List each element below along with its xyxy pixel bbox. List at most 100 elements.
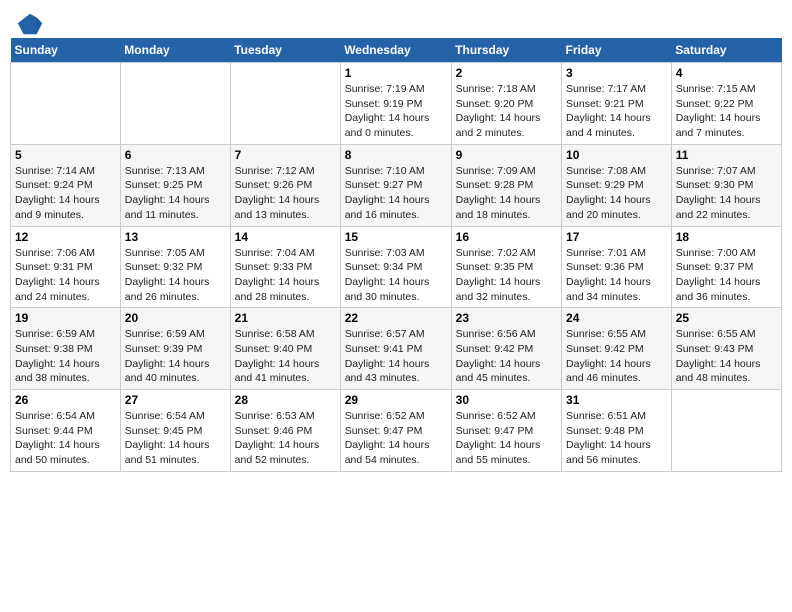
cell-info: Sunrise: 7:02 AMSunset: 9:35 PMDaylight:…	[456, 246, 557, 305]
calendar-table: SundayMondayTuesdayWednesdayThursdayFrid…	[10, 38, 782, 472]
header-friday: Friday	[562, 38, 672, 63]
calendar-cell	[671, 390, 781, 472]
calendar-cell: 3 Sunrise: 7:17 AMSunset: 9:21 PMDaylight…	[562, 63, 672, 145]
day-number: 9	[456, 148, 557, 162]
day-number: 22	[345, 311, 447, 325]
calendar-cell	[230, 63, 340, 145]
cell-info: Sunrise: 7:08 AMSunset: 9:29 PMDaylight:…	[566, 164, 667, 223]
cell-info: Sunrise: 6:58 AMSunset: 9:40 PMDaylight:…	[235, 327, 336, 386]
cell-info: Sunrise: 7:07 AMSunset: 9:30 PMDaylight:…	[676, 164, 777, 223]
day-number: 12	[15, 230, 116, 244]
cell-info: Sunrise: 7:17 AMSunset: 9:21 PMDaylight:…	[566, 82, 667, 141]
calendar-cell: 4 Sunrise: 7:15 AMSunset: 9:22 PMDaylight…	[671, 63, 781, 145]
cell-info: Sunrise: 6:51 AMSunset: 9:48 PMDaylight:…	[566, 409, 667, 468]
header-saturday: Saturday	[671, 38, 781, 63]
calendar-cell: 19 Sunrise: 6:59 AMSunset: 9:38 PMDayligh…	[11, 308, 121, 390]
week-row-4: 19 Sunrise: 6:59 AMSunset: 9:38 PMDayligh…	[11, 308, 782, 390]
day-number: 17	[566, 230, 667, 244]
day-number: 8	[345, 148, 447, 162]
calendar-cell	[11, 63, 121, 145]
header-wednesday: Wednesday	[340, 38, 451, 63]
day-number: 28	[235, 393, 336, 407]
cell-info: Sunrise: 6:55 AMSunset: 9:43 PMDaylight:…	[676, 327, 777, 386]
calendar-cell: 9 Sunrise: 7:09 AMSunset: 9:28 PMDaylight…	[451, 144, 561, 226]
cell-info: Sunrise: 6:52 AMSunset: 9:47 PMDaylight:…	[456, 409, 557, 468]
day-number: 23	[456, 311, 557, 325]
calendar-cell: 7Sunrise: 7:12 AMSunset: 9:26 PMDaylight…	[230, 144, 340, 226]
day-number: 2	[456, 66, 557, 80]
week-row-3: 12 Sunrise: 7:06 AMSunset: 9:31 PMDayligh…	[11, 226, 782, 308]
day-number: 3	[566, 66, 667, 80]
week-row-5: 26 Sunrise: 6:54 AMSunset: 9:44 PMDayligh…	[11, 390, 782, 472]
day-number: 27	[125, 393, 226, 407]
cell-info: Sunrise: 6:52 AMSunset: 9:47 PMDaylight:…	[345, 409, 447, 468]
day-number: 26	[15, 393, 116, 407]
header-thursday: Thursday	[451, 38, 561, 63]
day-number: 4	[676, 66, 777, 80]
header-sunday: Sunday	[11, 38, 121, 63]
day-number: 1	[345, 66, 447, 80]
calendar-cell: 8Sunrise: 7:10 AMSunset: 9:27 PMDaylight…	[340, 144, 451, 226]
calendar-cell: 5 Sunrise: 7:14 AMSunset: 9:24 PMDaylight…	[11, 144, 121, 226]
day-number: 24	[566, 311, 667, 325]
cell-info: Sunrise: 7:09 AMSunset: 9:28 PMDaylight:…	[456, 164, 557, 223]
day-number: 6	[125, 148, 226, 162]
logo	[14, 10, 44, 34]
cell-info: Sunrise: 7:19 AMSunset: 9:19 PMDaylight:…	[345, 82, 447, 141]
day-number: 29	[345, 393, 447, 407]
day-number: 31	[566, 393, 667, 407]
calendar-cell: 17 Sunrise: 7:01 AMSunset: 9:36 PMDayligh…	[562, 226, 672, 308]
day-number: 21	[235, 311, 336, 325]
cell-info: Sunrise: 7:05 AMSunset: 9:32 PMDaylight:…	[125, 246, 226, 305]
cell-info: Sunrise: 7:06 AMSunset: 9:31 PMDaylight:…	[15, 246, 116, 305]
calendar-cell: 12 Sunrise: 7:06 AMSunset: 9:31 PMDayligh…	[11, 226, 121, 308]
calendar-cell	[120, 63, 230, 145]
calendar-cell: 20Sunrise: 6:59 AMSunset: 9:39 PMDayligh…	[120, 308, 230, 390]
day-number: 25	[676, 311, 777, 325]
cell-info: Sunrise: 6:54 AMSunset: 9:44 PMDaylight:…	[15, 409, 116, 468]
cell-info: Sunrise: 7:18 AMSunset: 9:20 PMDaylight:…	[456, 82, 557, 141]
calendar-cell: 1 Sunrise: 7:19 AMSunset: 9:19 PMDaylight…	[340, 63, 451, 145]
cell-info: Sunrise: 7:15 AMSunset: 9:22 PMDaylight:…	[676, 82, 777, 141]
calendar-cell: 22 Sunrise: 6:57 AMSunset: 9:41 PMDayligh…	[340, 308, 451, 390]
day-number: 16	[456, 230, 557, 244]
calendar-cell: 18Sunrise: 7:00 AMSunset: 9:37 PMDayligh…	[671, 226, 781, 308]
calendar-cell: 13 Sunrise: 7:05 AMSunset: 9:32 PMDayligh…	[120, 226, 230, 308]
calendar-cell: 23 Sunrise: 6:56 AMSunset: 9:42 PMDayligh…	[451, 308, 561, 390]
calendar-cell: 16 Sunrise: 7:02 AMSunset: 9:35 PMDayligh…	[451, 226, 561, 308]
calendar-cell: 15 Sunrise: 7:03 AMSunset: 9:34 PMDayligh…	[340, 226, 451, 308]
day-header-row: SundayMondayTuesdayWednesdayThursdayFrid…	[11, 38, 782, 63]
calendar-cell: 28 Sunrise: 6:53 AMSunset: 9:46 PMDayligh…	[230, 390, 340, 472]
cell-info: Sunrise: 7:04 AMSunset: 9:33 PMDaylight:…	[235, 246, 336, 305]
cell-info: Sunrise: 6:59 AMSunset: 9:38 PMDaylight:…	[15, 327, 116, 386]
day-number: 30	[456, 393, 557, 407]
week-row-1: 1 Sunrise: 7:19 AMSunset: 9:19 PMDaylight…	[11, 63, 782, 145]
day-number: 15	[345, 230, 447, 244]
cell-info: Sunrise: 6:59 AMSunset: 9:39 PMDaylight:…	[125, 327, 226, 386]
calendar-cell: 2 Sunrise: 7:18 AMSunset: 9:20 PMDaylight…	[451, 63, 561, 145]
day-number: 14	[235, 230, 336, 244]
cell-info: Sunrise: 7:03 AMSunset: 9:34 PMDaylight:…	[345, 246, 447, 305]
cell-info: Sunrise: 7:01 AMSunset: 9:36 PMDaylight:…	[566, 246, 667, 305]
cell-info: Sunrise: 6:57 AMSunset: 9:41 PMDaylight:…	[345, 327, 447, 386]
week-row-2: 5 Sunrise: 7:14 AMSunset: 9:24 PMDaylight…	[11, 144, 782, 226]
calendar-cell: 26 Sunrise: 6:54 AMSunset: 9:44 PMDayligh…	[11, 390, 121, 472]
calendar-cell: 11 Sunrise: 7:07 AMSunset: 9:30 PMDayligh…	[671, 144, 781, 226]
cell-info: Sunrise: 6:56 AMSunset: 9:42 PMDaylight:…	[456, 327, 557, 386]
header-tuesday: Tuesday	[230, 38, 340, 63]
calendar-cell: 10 Sunrise: 7:08 AMSunset: 9:29 PMDayligh…	[562, 144, 672, 226]
cell-info: Sunrise: 6:53 AMSunset: 9:46 PMDaylight:…	[235, 409, 336, 468]
cell-info: Sunrise: 7:12 AMSunset: 9:26 PMDaylight:…	[235, 164, 336, 223]
day-number: 19	[15, 311, 116, 325]
cell-info: Sunrise: 7:14 AMSunset: 9:24 PMDaylight:…	[15, 164, 116, 223]
header-monday: Monday	[120, 38, 230, 63]
cell-info: Sunrise: 7:00 AMSunset: 9:37 PMDaylight:…	[676, 246, 777, 305]
calendar-cell: 14 Sunrise: 7:04 AMSunset: 9:33 PMDayligh…	[230, 226, 340, 308]
calendar-cell: 30 Sunrise: 6:52 AMSunset: 9:47 PMDayligh…	[451, 390, 561, 472]
day-number: 10	[566, 148, 667, 162]
day-number: 11	[676, 148, 777, 162]
day-number: 13	[125, 230, 226, 244]
calendar-cell: 29 Sunrise: 6:52 AMSunset: 9:47 PMDayligh…	[340, 390, 451, 472]
day-number: 5	[15, 148, 116, 162]
calendar-cell: 31 Sunrise: 6:51 AMSunset: 9:48 PMDayligh…	[562, 390, 672, 472]
